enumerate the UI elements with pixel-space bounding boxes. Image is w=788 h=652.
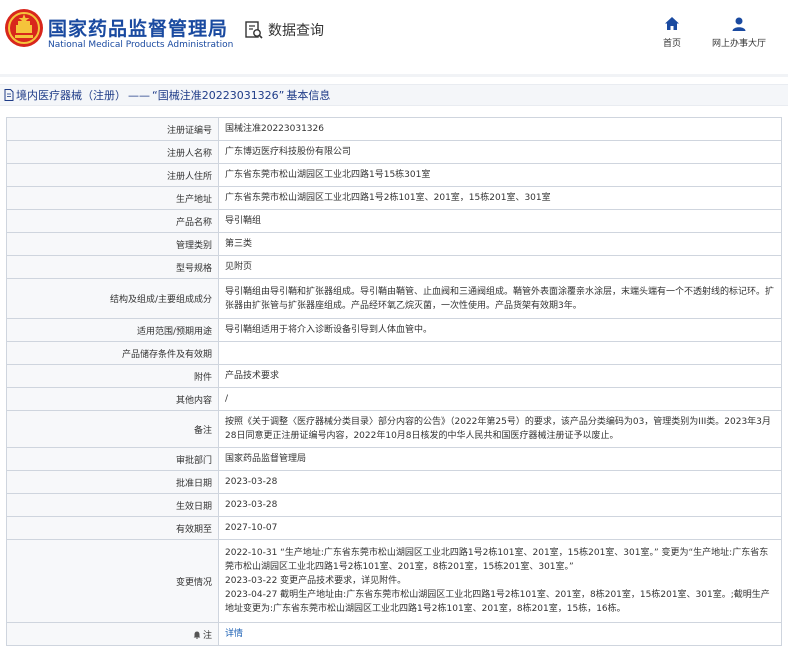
field-value: 见附页 — [218, 255, 782, 279]
field-label: 型号规格 — [6, 255, 219, 279]
field-label: 备注 — [6, 410, 219, 448]
header-divider — [0, 74, 788, 77]
table-row: 有效期至 2027-10-07 — [6, 516, 782, 540]
home-icon — [665, 17, 679, 30]
field-label: 生效日期 — [6, 493, 219, 517]
data-query-label: 数据查询 — [268, 23, 324, 39]
field-value: 广东省东莞市松山湖园区工业北四路1号2栋101室、201室，15栋201室、30… — [218, 186, 782, 210]
field-label: 附件 — [6, 364, 219, 388]
field-value: 导引鞘组 — [218, 209, 782, 233]
field-label: 审批部门 — [6, 447, 219, 471]
nav-online-office-label: 网上办事大厅 — [711, 39, 766, 49]
table-row: 备注 按照《关于调整〈医疗器械分类目录〉部分内容的公告》（2022年第25号）的… — [6, 410, 782, 448]
field-value: 国械注准20223031326 — [218, 117, 782, 141]
table-row: 适用范围/预期用途 导引鞘组适用于将介入诊断设备引导到人体血管中。 — [6, 318, 782, 342]
field-value: 产品技术要求 — [218, 364, 782, 388]
table-row: 审批部门 国家药品监督管理局 — [6, 447, 782, 471]
document-icon — [4, 89, 14, 101]
table-row: 变更情况 2022-10-31 “生产地址:广东省东莞市松山湖园区工业北四路1号… — [6, 539, 782, 623]
breadcrumb-record: “国械注准20223031326” — [152, 89, 285, 102]
site-header: 国家药品监督管理局 National Medical Products Admi… — [0, 0, 788, 72]
table-row: 注册人名称 广东博迈医疗科技股份有限公司 — [6, 140, 782, 164]
field-label: 批准日期 — [6, 470, 219, 494]
user-icon — [732, 17, 746, 31]
details-link[interactable]: 详情 — [225, 629, 243, 639]
field-value: 详情 — [218, 622, 782, 646]
breadcrumb-category[interactable]: 境内医疗器械（注册） — [16, 87, 126, 103]
bell-icon — [193, 631, 201, 639]
field-value: 导引鞘组由导引鞘和扩张器组成。导引鞘由鞘管、止血阀和三通阀组成。鞘管外表面涂覆亲… — [218, 278, 782, 319]
table-row: 管理类别 第三类 — [6, 232, 782, 256]
field-value: 广东省东莞市松山湖园区工业北四路1号15栋301室 — [218, 163, 782, 187]
breadcrumb-suffix: 基本信息 — [286, 89, 331, 102]
field-label: 其他内容 — [6, 387, 219, 411]
table-row: 型号规格 见附页 — [6, 255, 782, 279]
nav-home-label: 首页 — [662, 39, 681, 49]
field-label: 适用范围/预期用途 — [6, 318, 219, 342]
org-name-en: National Medical Products Administration — [48, 40, 234, 50]
change-history: 2022-10-31 “生产地址:广东省东莞市松山湖园区工业北四路1号2栋101… — [218, 539, 782, 623]
field-label: 产品名称 — [6, 209, 219, 233]
field-label: 有效期至 — [6, 516, 219, 540]
field-value — [218, 341, 782, 365]
table-row: 产品名称 导引鞘组 — [6, 209, 782, 233]
change-entry: 2023-03-22 变更产品技术要求，详见附件。 — [225, 576, 407, 586]
table-row: 生产地址 广东省东莞市松山湖园区工业北四路1号2栋101室、201室，15栋20… — [6, 186, 782, 210]
table-row: 结构及组成/主要组成成分 导引鞘组由导引鞘和扩张器组成。导引鞘由鞘管、止血阀和三… — [6, 278, 782, 319]
field-value: 2023-03-28 — [218, 470, 782, 494]
field-label: 注册人名称 — [6, 140, 219, 164]
field-value: 广东博迈医疗科技股份有限公司 — [218, 140, 782, 164]
breadcrumb-separator: —— — [128, 88, 150, 102]
org-name: 国家药品监督管理局 — [48, 18, 229, 40]
nav-online-office[interactable]: 网上办事大厅 — [706, 16, 772, 49]
field-label: 结构及组成/主要组成成分 — [6, 278, 219, 319]
table-row: 其他内容 / — [6, 387, 782, 411]
table-row: 产品储存条件及有效期 — [6, 341, 782, 365]
table-row: 生效日期 2023-03-28 — [6, 493, 782, 517]
nav-home[interactable]: 首页 — [660, 16, 684, 49]
field-value: / — [218, 387, 782, 411]
field-label: 生产地址 — [6, 186, 219, 210]
field-value: 2027-10-07 — [218, 516, 782, 540]
field-label: 管理类别 — [6, 232, 219, 256]
field-value: 按照《关于调整〈医疗器械分类目录〉部分内容的公告》（2022年第25号）的要求，… — [218, 410, 782, 448]
field-value: 第三类 — [218, 232, 782, 256]
note-label-cell: 注 — [6, 622, 219, 646]
field-label: 产品储存条件及有效期 — [6, 341, 219, 365]
registration-info-table: 注册证编号 国械注准20223031326 注册人名称 广东博迈医疗科技股份有限… — [6, 117, 782, 646]
field-value: 导引鞘组适用于将介入诊断设备引导到人体血管中。 — [218, 318, 782, 342]
table-row: 批准日期 2023-03-28 — [6, 470, 782, 494]
field-label: 变更情况 — [6, 539, 219, 623]
change-entry: 2023-04-27 截明生产地址由:广东省东莞市松山湖园区工业北四路1号2栋1… — [225, 590, 770, 614]
field-label: 注册人住所 — [6, 163, 219, 187]
data-query-title: 数据查询 — [244, 20, 324, 40]
field-label: 注册证编号 — [6, 117, 219, 141]
document-search-icon — [245, 21, 263, 39]
note-label: 注 — [202, 630, 212, 641]
table-row: 附件 产品技术要求 — [6, 364, 782, 388]
field-value: 2023-03-28 — [218, 493, 782, 517]
table-row: 注 详情 — [6, 622, 782, 646]
breadcrumb: 境内医疗器械（注册） —— “国械注准20223031326” 基本信息 — [0, 84, 788, 106]
change-entry: 2022-10-31 “生产地址:广东省东莞市松山湖园区工业北四路1号2栋101… — [225, 548, 769, 572]
table-row: 注册人住所 广东省东莞市松山湖园区工业北四路1号15栋301室 — [6, 163, 782, 187]
table-row: 注册证编号 国械注准20223031326 — [6, 117, 782, 141]
field-value: 国家药品监督管理局 — [218, 447, 782, 471]
national-emblem-logo — [5, 9, 43, 47]
